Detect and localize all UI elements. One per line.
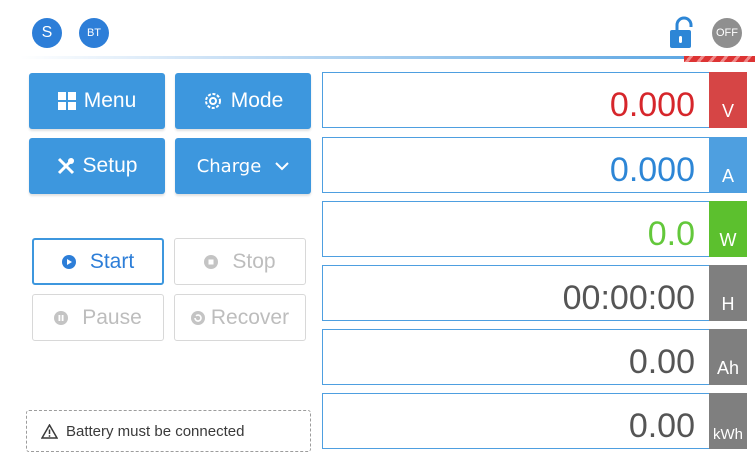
chevron-down-icon xyxy=(275,161,290,171)
header-divider-alert xyxy=(684,56,755,62)
setup-button[interactable]: Setup xyxy=(29,138,165,194)
tools-icon xyxy=(57,157,75,175)
menu-button-label: Menu xyxy=(83,89,137,112)
start-button-label: Start xyxy=(89,249,135,273)
battery-warning-text: Battery must be connected xyxy=(66,422,245,440)
recover-icon xyxy=(190,310,205,325)
stop-button-label: Stop xyxy=(232,249,276,273)
status-badge-s[interactable]: S xyxy=(32,18,62,48)
warning-triangle-icon xyxy=(41,423,58,439)
battery-warning: Battery must be connected xyxy=(26,410,311,452)
power-unit: W xyxy=(709,201,747,257)
energy-kwh-readout: 0.00 kWh xyxy=(322,393,747,449)
charge-mode-select[interactable]: Charge xyxy=(175,138,311,194)
time-unit: H xyxy=(709,265,747,321)
top-bar: S BT OFF xyxy=(0,0,755,62)
capacity-ah-readout: 0.00 Ah xyxy=(322,329,747,385)
recover-button[interactable]: Recover xyxy=(174,294,306,341)
pause-button-label: Pause xyxy=(82,305,142,329)
mode-button[interactable]: Mode xyxy=(175,73,311,129)
header-divider xyxy=(20,56,755,59)
charge-mode-value: Charge xyxy=(196,155,262,177)
time-value: 00:00:00 xyxy=(562,279,695,317)
power-readout: 0.0 W xyxy=(322,201,747,257)
voltage-readout: 0.000 V xyxy=(322,72,747,128)
grid-icon xyxy=(57,92,76,110)
unlocked-padlock-icon[interactable] xyxy=(668,16,696,50)
gear-icon xyxy=(203,91,223,111)
current-unit: A xyxy=(709,137,747,193)
stop-button[interactable]: Stop xyxy=(174,238,306,285)
menu-button[interactable]: Menu xyxy=(29,73,165,129)
play-icon xyxy=(61,254,76,269)
capacity-ah-value: 0.00 xyxy=(628,343,695,381)
power-off-badge[interactable]: OFF xyxy=(712,18,742,48)
stop-icon xyxy=(204,254,219,269)
bluetooth-badge[interactable]: BT xyxy=(79,18,109,48)
current-value: 0.000 xyxy=(609,151,695,189)
power-value: 0.0 xyxy=(647,215,695,253)
recover-button-label: Recover xyxy=(210,305,290,329)
energy-kwh-unit: kWh xyxy=(709,393,747,449)
capacity-ah-unit: Ah xyxy=(709,329,747,385)
current-readout: 0.000 A xyxy=(322,137,747,193)
pause-icon xyxy=(54,310,69,325)
mode-button-label: Mode xyxy=(230,89,284,112)
pause-button[interactable]: Pause xyxy=(32,294,164,341)
start-button[interactable]: Start xyxy=(32,238,164,285)
energy-kwh-value: 0.00 xyxy=(628,407,695,445)
setup-button-label: Setup xyxy=(82,154,138,177)
voltage-unit: V xyxy=(709,72,747,128)
voltage-value: 0.000 xyxy=(609,86,695,124)
time-readout: 00:00:00 H xyxy=(322,265,747,321)
